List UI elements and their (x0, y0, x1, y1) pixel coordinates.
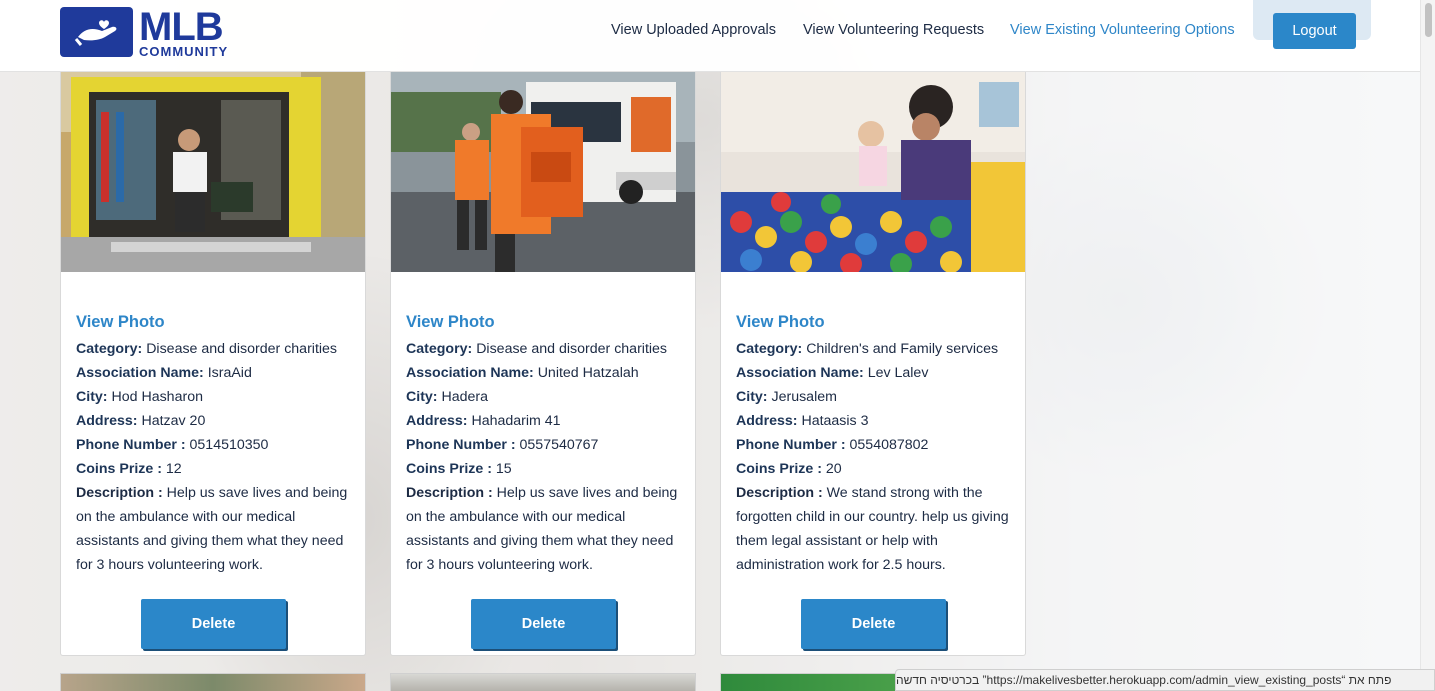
vertical-scrollbar[interactable] (1420, 0, 1435, 691)
coins-field: Coins Prize : 15 (406, 461, 512, 477)
brand-logo[interactable]: MLB COMMUNITY (60, 4, 229, 59)
coins-field: Coins Prize : 12 (76, 461, 182, 477)
brand-subtitle: COMMUNITY (139, 43, 229, 59)
delete-button[interactable]: Delete (801, 599, 946, 649)
category-field: Category: Disease and disorder charities (76, 341, 338, 357)
category-field: Category: Disease and disorder charities (406, 341, 668, 357)
phone-field: Phone Number : 0557540767 (406, 437, 599, 453)
link-status-bar: פתח את “https://makelivesbetter.herokuap… (895, 669, 1435, 691)
association-field: Association Name: Lev Lalev (736, 365, 929, 381)
coins-field: Coins Prize : 20 (736, 461, 842, 477)
volunteer-card-partial (60, 673, 366, 691)
address-field: Address: Hatzav 20 (76, 413, 206, 429)
status-url: https://makelivesbetter.herokuapp.com/ad… (986, 673, 1342, 687)
delete-button[interactable]: Delete (471, 599, 616, 649)
ambulance-medic-photo (61, 72, 365, 272)
association-field: Association Name: IsraAid (76, 365, 252, 381)
delete-button[interactable]: Delete (141, 599, 286, 649)
view-photo-link[interactable]: View Photo (406, 313, 680, 332)
volunteer-card: View Photo Category: Disease and disorde… (60, 72, 366, 656)
volunteer-card: View Photo Category: Disease and disorde… (390, 72, 696, 656)
logout-button[interactable]: Logout (1273, 13, 1356, 49)
category-field: Category: Children's and Family services (736, 341, 999, 357)
nav-view-existing-options[interactable]: View Existing Volunteering Options (1010, 22, 1235, 38)
description-field: Description : Help us save lives and bei… (76, 485, 348, 573)
address-field: Address: Hataasis 3 (736, 413, 869, 429)
view-photo-link[interactable]: View Photo (736, 313, 1010, 332)
hand-heart-icon (60, 7, 133, 57)
nav-view-volunteering-requests[interactable]: View Volunteering Requests (803, 22, 984, 38)
address-field: Address: Hahadarim 41 (406, 413, 561, 429)
city-field: City: Hod Hasharon (76, 389, 203, 405)
phone-field: Phone Number : 0514510350 (76, 437, 269, 453)
description-field: Description : We stand strong with the f… (736, 485, 1009, 573)
association-field: Association Name: United Hatzalah (406, 365, 639, 381)
brand-name: MLB (139, 4, 224, 49)
hatzalah-volunteers-photo (391, 72, 695, 272)
city-field: City: Jerusalem (736, 389, 837, 405)
top-navbar: MLB COMMUNITY View Uploaded Approvals Vi… (0, 0, 1420, 72)
volunteer-card: View Photo Category: Children's and Fami… (720, 72, 1026, 656)
description-field: Description : Help us save lives and bei… (406, 485, 678, 573)
ball-pit-child-photo (721, 72, 1025, 272)
view-photo-link[interactable]: View Photo (76, 313, 350, 332)
scroll-thumb[interactable] (1425, 3, 1432, 37)
city-field: City: Hadera (406, 389, 489, 405)
nav-view-uploaded-approvals[interactable]: View Uploaded Approvals (611, 22, 776, 38)
volunteer-card-partial (390, 673, 696, 691)
phone-field: Phone Number : 0554087802 (736, 437, 929, 453)
